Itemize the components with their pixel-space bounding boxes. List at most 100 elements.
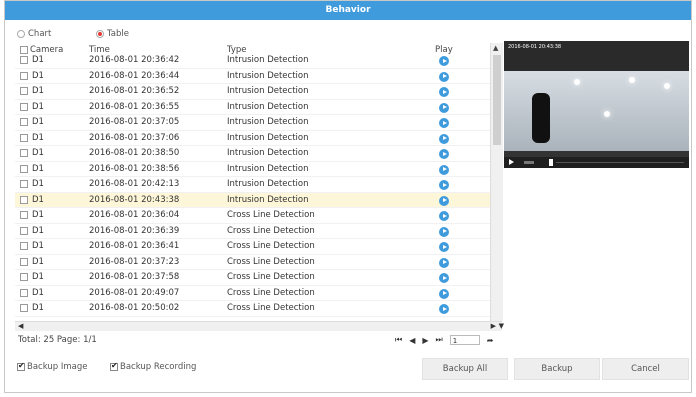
row-type: Intrusion Detection — [227, 163, 309, 174]
table-row[interactable]: D1 2016-08-01 20:36:42 Intrusion Detection — [15, 53, 490, 69]
table-row[interactable]: D1 2016-08-01 20:36:44 Intrusion Detection — [15, 69, 490, 84]
row-camera: D1 — [32, 225, 44, 236]
row-checkbox[interactable] — [20, 56, 28, 64]
table-radio-option[interactable]: Table — [96, 29, 129, 39]
backup-all-button[interactable]: Backup All — [422, 358, 508, 380]
row-time: 2016-08-01 20:43:38 — [89, 194, 180, 205]
play-icon[interactable] — [439, 118, 449, 128]
play-icon[interactable] — [439, 164, 449, 175]
scroll-right-icon[interactable]: ▶ — [491, 322, 496, 330]
table-row[interactable]: D1 2016-08-01 20:36:55 Intrusion Detection — [15, 100, 490, 115]
play-icon[interactable] — [439, 56, 449, 66]
play-icon[interactable] — [439, 102, 449, 113]
last-page-icon[interactable]: ⏭ — [436, 335, 443, 345]
table-row[interactable]: D1 2016-08-01 20:36:41 Cross Line Detectio… — [15, 239, 490, 255]
row-checkbox[interactable] — [20, 288, 28, 297]
table-row[interactable]: D1 2016-08-01 20:50:02 Cross Line Detectio… — [15, 301, 490, 317]
row-time: 2016-08-01 20:42:13 — [89, 179, 180, 189]
row-checkbox[interactable] — [20, 211, 28, 219]
play-icon[interactable] — [439, 304, 449, 314]
next-page-icon[interactable]: ▶ — [422, 336, 428, 345]
play-icon[interactable] — [439, 242, 449, 252]
row-type: Intrusion Detection — [227, 55, 309, 65]
pager: ⏮ ◀ ▶ ⏭ 1 ➦ — [395, 335, 493, 345]
table-row[interactable]: D1 2016-08-01 20:43:38 Intrusion Detection — [15, 192, 490, 208]
play-icon[interactable] — [439, 211, 449, 221]
row-time: 2016-08-01 20:36:39 — [89, 225, 180, 236]
row-type: Intrusion Detection — [227, 179, 309, 189]
cancel-button[interactable]: Cancel — [602, 358, 689, 380]
row-type: Cross Line Detection — [227, 287, 315, 298]
row-checkbox[interactable] — [20, 226, 28, 235]
row-checkbox[interactable] — [20, 149, 28, 157]
row-checkbox[interactable] — [20, 118, 28, 126]
play-icon[interactable] — [439, 71, 449, 82]
play-icon[interactable] — [439, 149, 449, 159]
play-icon[interactable] — [439, 288, 449, 299]
backup-image-label: Backup Image — [27, 362, 88, 372]
row-checkbox[interactable] — [20, 133, 28, 142]
backup-recording-checkbox[interactable] — [110, 361, 118, 371]
go-page-icon[interactable]: ➦ — [487, 336, 494, 345]
backup-button[interactable]: Backup — [514, 358, 600, 380]
row-time: 2016-08-01 20:37:23 — [89, 256, 180, 267]
scroll-down-icon[interactable]: ▼ — [499, 322, 504, 330]
table-row[interactable]: D1 2016-08-01 20:36:52 Intrusion Detection — [15, 84, 490, 100]
table-row[interactable]: D1 2016-08-01 20:37:58 Cross Line Detectio… — [15, 270, 490, 286]
row-checkbox[interactable] — [20, 71, 28, 80]
row-time: 2016-08-01 20:37:06 — [89, 132, 180, 143]
video-play-icon[interactable] — [509, 159, 514, 165]
table-radio[interactable] — [96, 30, 104, 38]
play-icon[interactable] — [439, 257, 449, 268]
play-icon[interactable] — [439, 87, 449, 97]
table-row[interactable]: D1 2016-08-01 20:36:04 Cross Line Detectio… — [15, 208, 490, 224]
row-type: Intrusion Detection — [227, 101, 309, 112]
backup-image-checkbox[interactable] — [17, 361, 25, 371]
first-page-icon[interactable]: ⏮ — [395, 335, 402, 345]
table-row[interactable]: D1 2016-08-01 20:37:05 Intrusion Detection — [15, 115, 490, 131]
table-row[interactable]: D1 2016-08-01 20:49:07 Cross Line Detectio… — [15, 286, 490, 301]
row-camera: D1 — [32, 86, 44, 96]
row-checkbox[interactable] — [20, 102, 28, 111]
row-type: Intrusion Detection — [227, 194, 309, 205]
vertical-scrollbar[interactable]: ▲ — [490, 43, 503, 321]
row-time: 2016-08-01 20:36:44 — [89, 70, 180, 81]
row-checkbox[interactable] — [20, 273, 28, 281]
video-preview[interactable]: 2016-08-01 20:43:38 — [504, 41, 689, 168]
ceiling-light — [574, 79, 580, 85]
row-checkbox[interactable] — [20, 304, 28, 312]
row-checkbox[interactable] — [20, 257, 28, 266]
chart-radio[interactable] — [17, 30, 25, 38]
table-row[interactable]: D1 2016-08-01 20:37:06 Intrusion Detection — [15, 131, 490, 146]
horizontal-scrollbar[interactable]: ◀ ▶ ▼ — [15, 321, 504, 331]
play-icon[interactable] — [439, 226, 449, 237]
vertical-scroll-thumb[interactable] — [493, 55, 501, 145]
video-slow-icon[interactable] — [524, 161, 534, 164]
row-checkbox[interactable] — [20, 87, 28, 95]
table-row[interactable]: D1 2016-08-01 20:37:23 Cross Line Detectio… — [15, 255, 490, 270]
video-stop-icon[interactable] — [549, 159, 553, 166]
scroll-left-icon[interactable]: ◀ — [18, 322, 23, 330]
play-icon[interactable] — [439, 133, 449, 144]
ceiling-light — [629, 77, 635, 83]
page-number-input[interactable]: 1 — [449, 335, 480, 345]
play-icon[interactable] — [439, 180, 449, 190]
table-row[interactable]: D1 2016-08-01 20:38:50 Intrusion Detection — [15, 146, 490, 162]
play-icon[interactable] — [439, 273, 449, 283]
prev-page-icon[interactable]: ◀ — [409, 336, 415, 345]
dialog-title: Behavior — [5, 1, 691, 20]
chart-radio-option[interactable]: Chart — [17, 29, 51, 39]
video-progress-track[interactable] — [556, 162, 684, 163]
row-camera: D1 — [32, 70, 44, 81]
row-checkbox[interactable] — [20, 195, 28, 204]
table-row[interactable]: D1 2016-08-01 20:38:56 Intrusion Detection — [15, 162, 490, 177]
table-row[interactable]: D1 2016-08-01 20:42:13 Intrusion Detection — [15, 177, 490, 193]
video-timestamp: 2016-08-01 20:43:38 — [508, 44, 562, 50]
row-checkbox[interactable] — [20, 242, 28, 250]
play-icon[interactable] — [439, 195, 449, 206]
scroll-up-icon[interactable]: ▲ — [493, 44, 498, 52]
row-checkbox[interactable] — [20, 164, 28, 173]
row-checkbox[interactable] — [20, 180, 28, 188]
table-row[interactable]: D1 2016-08-01 20:36:39 Cross Line Detectio… — [15, 224, 490, 239]
row-type: Intrusion Detection — [227, 148, 309, 158]
